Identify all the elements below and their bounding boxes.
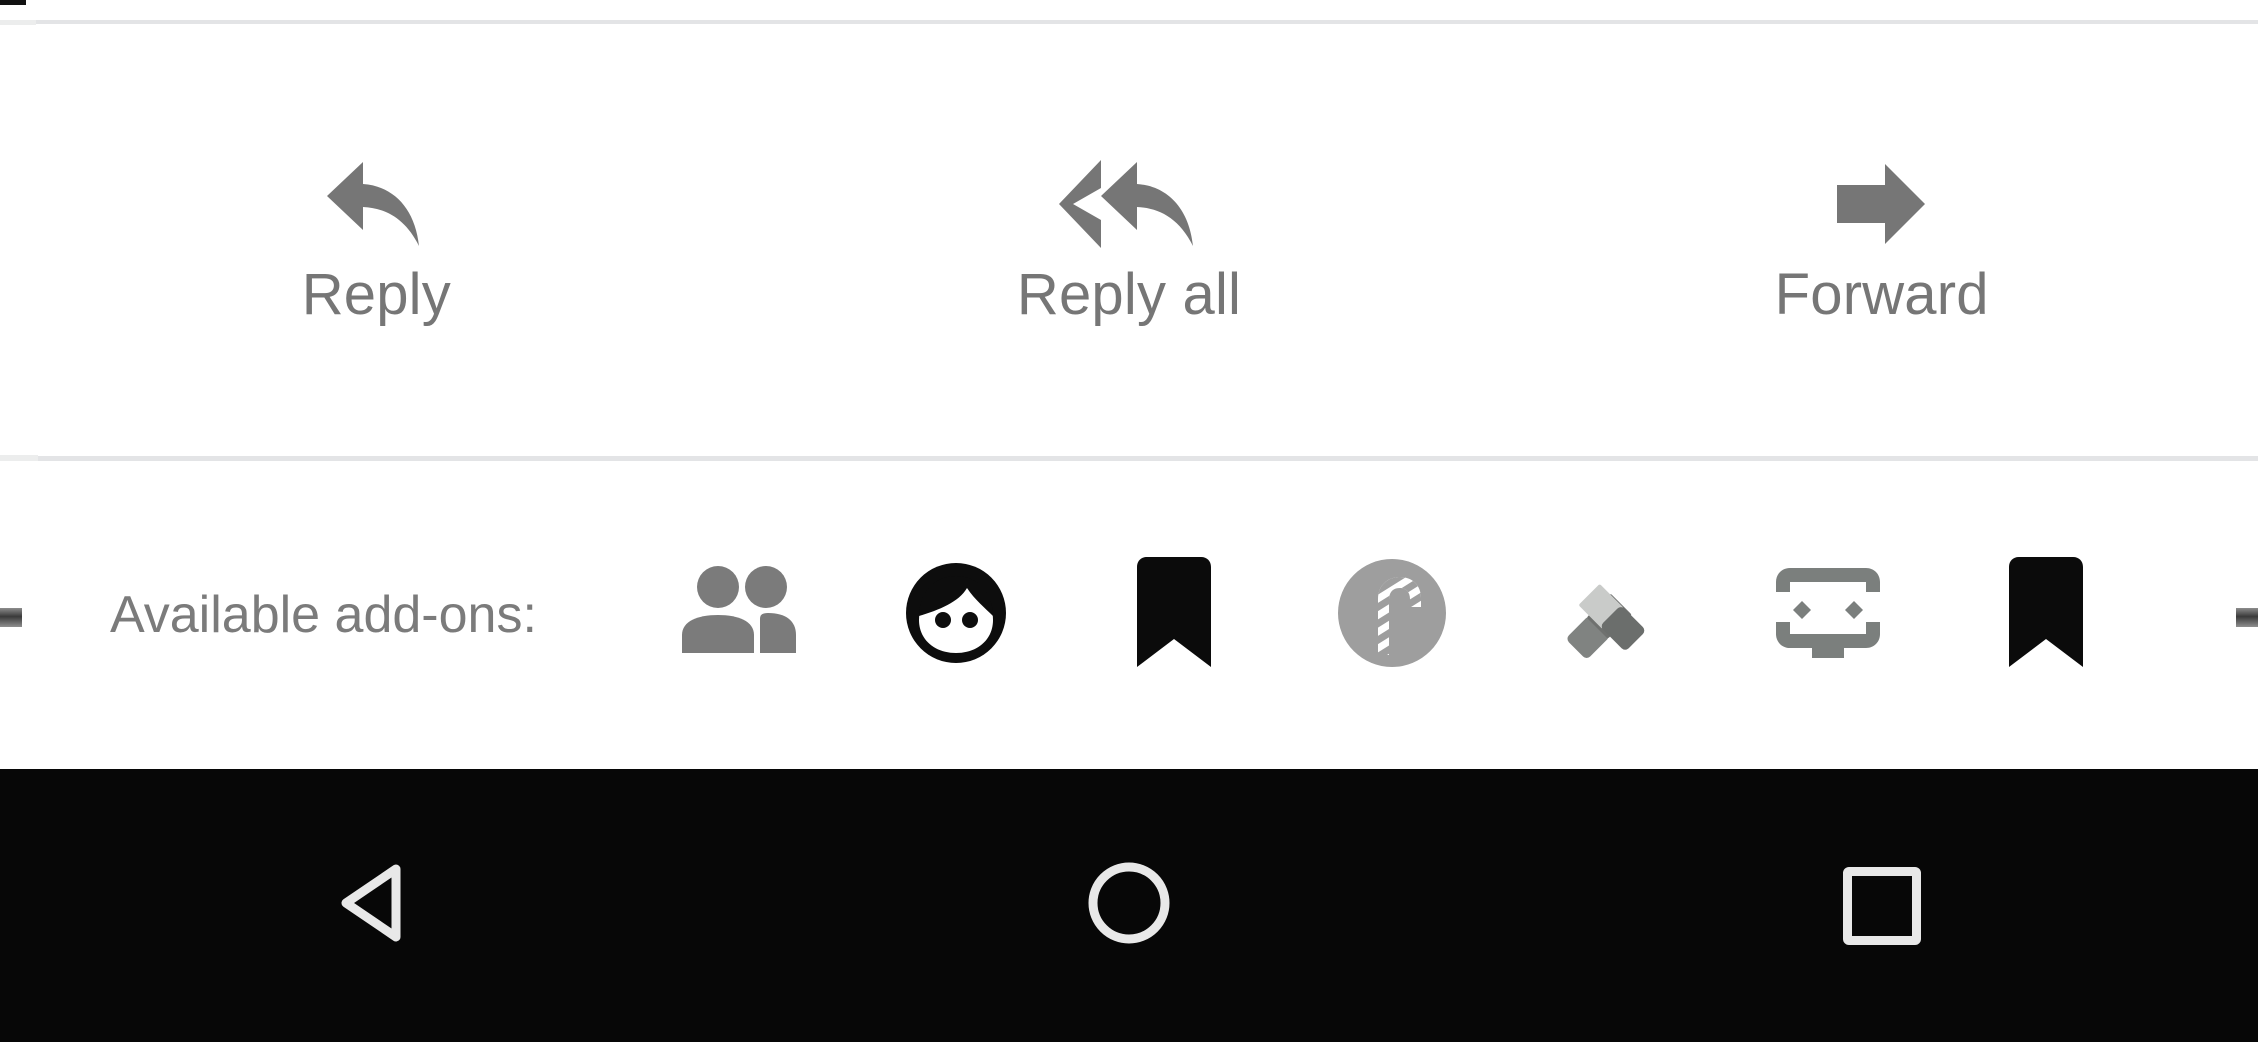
android-navigation-bar [0, 769, 2258, 1042]
nav-back-button[interactable] [0, 769, 753, 1042]
bookmark-icon [1129, 555, 1219, 676]
addon-avatar-button[interactable] [847, 506, 1065, 724]
nav-recents-button[interactable] [1505, 769, 2258, 1042]
addon-bookmark-button-2[interactable] [1937, 506, 2155, 724]
top-divider-cap [0, 20, 36, 25]
top-edge-artifact [0, 0, 26, 5]
reply-all-arrow-icon [1049, 156, 1209, 252]
addon-candy-cane-button[interactable] [1283, 506, 1501, 724]
code-screen-icon [1766, 560, 1890, 671]
reply-arrow-icon [321, 156, 431, 252]
reply-label: Reply [301, 262, 451, 327]
forward-label: Forward [1774, 262, 1989, 327]
people-contacts-icon [674, 561, 802, 670]
addon-bookmark-button-1[interactable] [1065, 506, 1283, 724]
forward-button[interactable]: Forward [1505, 24, 2258, 456]
nav-home-button[interactable] [753, 769, 1506, 1042]
tasks-check-icon [1545, 561, 1675, 670]
candy-cane-circle-icon [1334, 555, 1450, 676]
addon-contacts-button[interactable] [629, 506, 847, 724]
available-addons-label: Available add-ons: [110, 586, 537, 644]
forward-arrow-icon [1827, 156, 1937, 252]
face-avatar-icon [901, 558, 1011, 673]
reply-all-label: Reply all [1016, 262, 1242, 327]
message-action-bar: Reply Reply all Forward [0, 24, 2258, 456]
back-triangle-icon [330, 857, 422, 954]
addons-scroll-edge-left[interactable] [0, 608, 22, 627]
addon-tasks-button[interactable] [1501, 506, 1719, 724]
reply-all-button[interactable]: Reply all [753, 24, 1506, 456]
reply-button[interactable]: Reply [0, 24, 753, 456]
email-message-footer-screen: Reply Reply all Forward Available add-on… [0, 0, 2258, 1042]
top-divider [0, 20, 2258, 24]
home-circle-icon [1083, 857, 1175, 954]
addons-scroll-edge-right[interactable] [2236, 608, 2258, 627]
recents-square-icon [1842, 866, 1921, 945]
addons-icon-list [629, 506, 2258, 724]
available-addons-bar: Available add-ons: [0, 461, 2258, 769]
addon-code-button[interactable] [1719, 506, 1937, 724]
section-divider-cap [0, 455, 38, 461]
section-divider [0, 456, 2258, 461]
bookmark-icon [2001, 555, 2091, 676]
